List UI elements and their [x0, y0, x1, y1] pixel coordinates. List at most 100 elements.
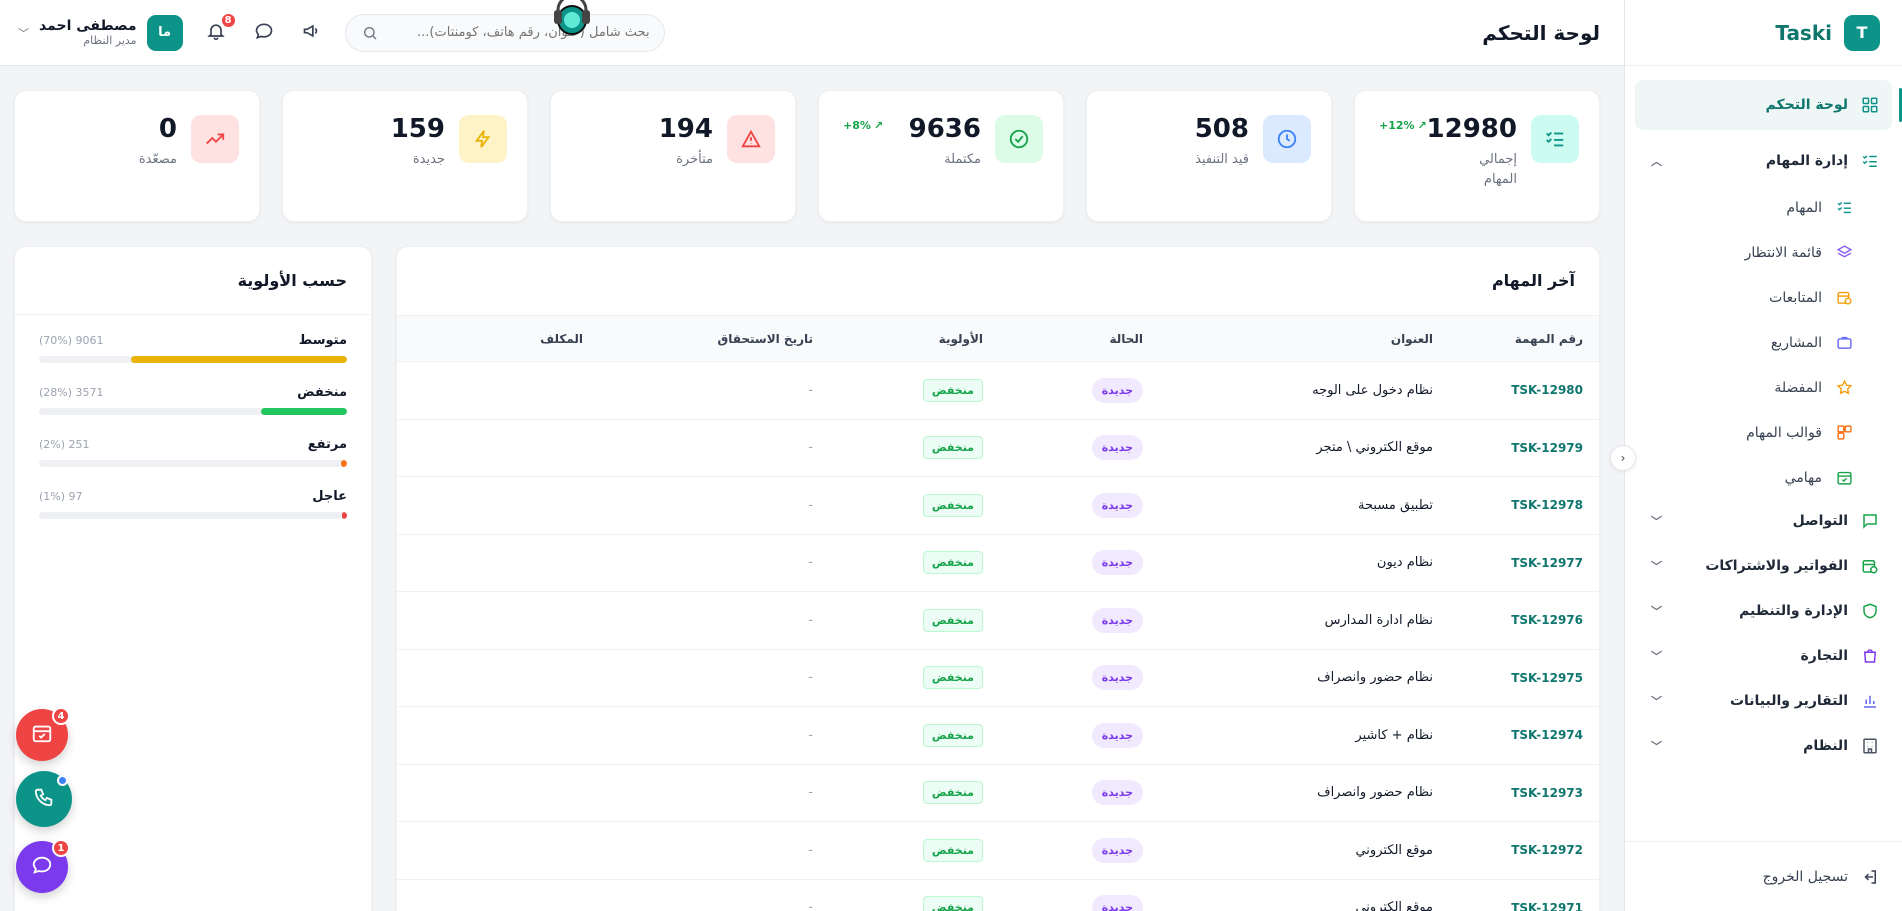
user-menu[interactable]: ما مصطفى احمد مدير النظام ﹀: [18, 14, 183, 51]
priority-bar-fill: [342, 512, 347, 519]
logout-button[interactable]: تسجيل الخروج: [1625, 841, 1902, 911]
bar-chart-icon: [1860, 691, 1880, 711]
sidebar-item-billing[interactable]: الفواتير والاشتراكات ﹀: [1635, 545, 1892, 587]
notifications-button[interactable]: 8: [201, 11, 237, 48]
sidebar-item-tasks[interactable]: المهام: [1635, 185, 1892, 230]
stat-card-new[interactable]: 159 جديدة: [282, 90, 528, 222]
shield-icon: [1860, 601, 1880, 621]
sidebar-item-my-tasks[interactable]: مهامي: [1635, 455, 1892, 500]
sidebar-item-label: المهام: [1786, 199, 1822, 216]
search-input[interactable]: [387, 25, 650, 40]
sidebar-item-reports[interactable]: التقارير والبيانات ﹀: [1635, 680, 1892, 722]
table-row[interactable]: TSK-12979 موقع الكتروني \ متجر جديدة منخفض -: [397, 419, 1599, 477]
task-id-link[interactable]: TSK-12977: [1449, 534, 1599, 592]
column-header[interactable]: الأولوية: [829, 316, 999, 362]
task-id-link[interactable]: TSK-12978: [1449, 477, 1599, 535]
priority-bar: [39, 512, 347, 519]
due-date: -: [808, 497, 813, 513]
column-header[interactable]: تاريخ الاستحقاق: [599, 316, 829, 362]
chat-badge: 1: [52, 839, 70, 857]
priority-bar-fill: [260, 408, 347, 415]
sidebar-item-system[interactable]: النظام ﹀: [1635, 725, 1892, 767]
due-date: -: [808, 727, 813, 743]
trend-value: +12%: [1379, 119, 1415, 132]
sidebar-item-projects[interactable]: المشاريع: [1635, 320, 1892, 365]
messages-button[interactable]: [249, 18, 279, 48]
table-row[interactable]: TSK-12975 نظام حضور وانصراف جديدة منخفض -: [397, 649, 1599, 707]
sidebar-item-followups[interactable]: المتابعات: [1635, 275, 1892, 320]
task-id-link[interactable]: TSK-12975: [1449, 649, 1599, 707]
table-row[interactable]: TSK-12974 نظام + كاشير جديدة منخفض -: [397, 707, 1599, 765]
assignee: [397, 534, 599, 592]
status-badge: جديدة: [1091, 837, 1143, 863]
announcements-button[interactable]: [297, 18, 327, 48]
brand-name: Taski: [1775, 20, 1832, 45]
sidebar-item-label: المشاريع: [1770, 334, 1822, 351]
checklist-icon: [1834, 198, 1854, 218]
column-header[interactable]: العنوان: [1159, 316, 1449, 362]
trend-value: +8%: [843, 119, 871, 132]
sidebar-item-commerce[interactable]: التجارة ﹀: [1635, 635, 1892, 677]
task-title: نظام حضور وانصراف: [1317, 670, 1433, 686]
task-title: موقع الكتروني: [1355, 900, 1433, 911]
due-date: -: [808, 842, 813, 858]
sidebar-item-queue[interactable]: قائمة الانتظار: [1635, 230, 1892, 275]
task-id-link[interactable]: TSK-12980: [1449, 362, 1599, 420]
chat-fab-button[interactable]: 1: [16, 839, 70, 893]
priority-badge: منخفض: [922, 378, 983, 402]
sidebar-item-administration[interactable]: الإدارة والتنظيم ﹀: [1635, 590, 1892, 632]
priority-list: متوسط (70%) 9061 منخفض (28%) 3571 مرتفع (2%) …: [15, 315, 371, 559]
task-id-link[interactable]: TSK-12976: [1449, 592, 1599, 650]
stat-value: 194: [658, 114, 713, 144]
table-row[interactable]: TSK-12977 نظام ديون جديدة منخفض -: [397, 534, 1599, 592]
calendar-badge: 4: [52, 707, 70, 725]
clock-icon: [1263, 115, 1311, 163]
call-fab-button[interactable]: [16, 771, 72, 827]
table-row[interactable]: TSK-12972 موقع الكتروني جديدة منخفض -: [397, 822, 1599, 880]
priority-name: منخفض: [297, 385, 347, 400]
user-role: مدير النظام: [83, 34, 137, 47]
stat-card-total[interactable]: 12980 إجمالي المهام +12% ↗: [1354, 90, 1600, 222]
stat-card-in-progress[interactable]: 508 قيد التنفيذ: [1086, 90, 1332, 222]
task-id-link[interactable]: TSK-12971: [1449, 879, 1599, 911]
sidebar-item-task-management[interactable]: إدارة المهام ︿: [1635, 140, 1892, 182]
task-id-link[interactable]: TSK-12973: [1449, 764, 1599, 822]
stat-card-escalated[interactable]: 0 مصعّدة: [14, 90, 260, 222]
table-row[interactable]: TSK-12978 تطبيق مسبحة جديدة منخفض -: [397, 477, 1599, 535]
table-row[interactable]: TSK-12980 نظام دخول على الوجه جديدة منخفض -: [397, 362, 1599, 420]
stat-card-completed[interactable]: 9636 مكتملة +8% ↗: [818, 90, 1064, 222]
table-row[interactable]: TSK-12971 موقع الكتروني جديدة منخفض -: [397, 879, 1599, 911]
stat-value: 12980: [1426, 114, 1517, 144]
task-id-link[interactable]: TSK-12972: [1449, 822, 1599, 880]
logout-label: تسجيل الخروج: [1762, 868, 1848, 885]
calendar-icon: [31, 722, 53, 748]
table-row[interactable]: TSK-12973 نظام حضور وانصراف جديدة منخفض -: [397, 764, 1599, 822]
assignee: [397, 362, 599, 420]
column-header[interactable]: المكلف: [397, 316, 599, 362]
sidebar-item-dashboard[interactable]: لوحة التحكم: [1635, 80, 1902, 130]
stat-card-overdue[interactable]: 194 متأخرة: [550, 90, 796, 222]
sidebar-item-favorites[interactable]: المفضلة: [1635, 365, 1892, 410]
global-search[interactable]: [344, 13, 665, 52]
column-header[interactable]: رقم المهمة: [1449, 316, 1599, 362]
task-title: موقع الكتروني \ متجر: [1316, 440, 1433, 456]
priority-count: (28%) 3571: [39, 386, 104, 399]
chevron-down-icon: ﹀: [1651, 605, 1662, 618]
brand[interactable]: T Taski: [1625, 0, 1902, 66]
sidebar-item-communication[interactable]: التواصل ﹀: [1635, 500, 1892, 542]
sidebar-collapse-button[interactable]: ‹: [1610, 445, 1636, 471]
user-name: مصطفى احمد: [39, 18, 137, 34]
task-title: نظام دخول على الوجه: [1312, 382, 1433, 398]
chevron-down-icon: ﹀: [1651, 560, 1662, 573]
sidebar-item-templates[interactable]: قوالب المهام: [1635, 410, 1892, 455]
task-id-link[interactable]: TSK-12974: [1449, 707, 1599, 765]
priority-percent: (1%): [39, 490, 66, 503]
column-header[interactable]: الحالة: [999, 316, 1159, 362]
priority-percent: (2%): [39, 438, 66, 451]
table-row[interactable]: TSK-12976 نظام ادارة المدارس جديدة منخفض -: [397, 592, 1599, 650]
search-icon: [360, 23, 380, 43]
sidebar-item-label: المتابعات: [1769, 289, 1822, 306]
calendar-fab-button[interactable]: 4: [16, 707, 70, 761]
priority-row: مرتفع (2%) 251: [39, 437, 347, 467]
task-id-link[interactable]: TSK-12979: [1449, 419, 1599, 477]
